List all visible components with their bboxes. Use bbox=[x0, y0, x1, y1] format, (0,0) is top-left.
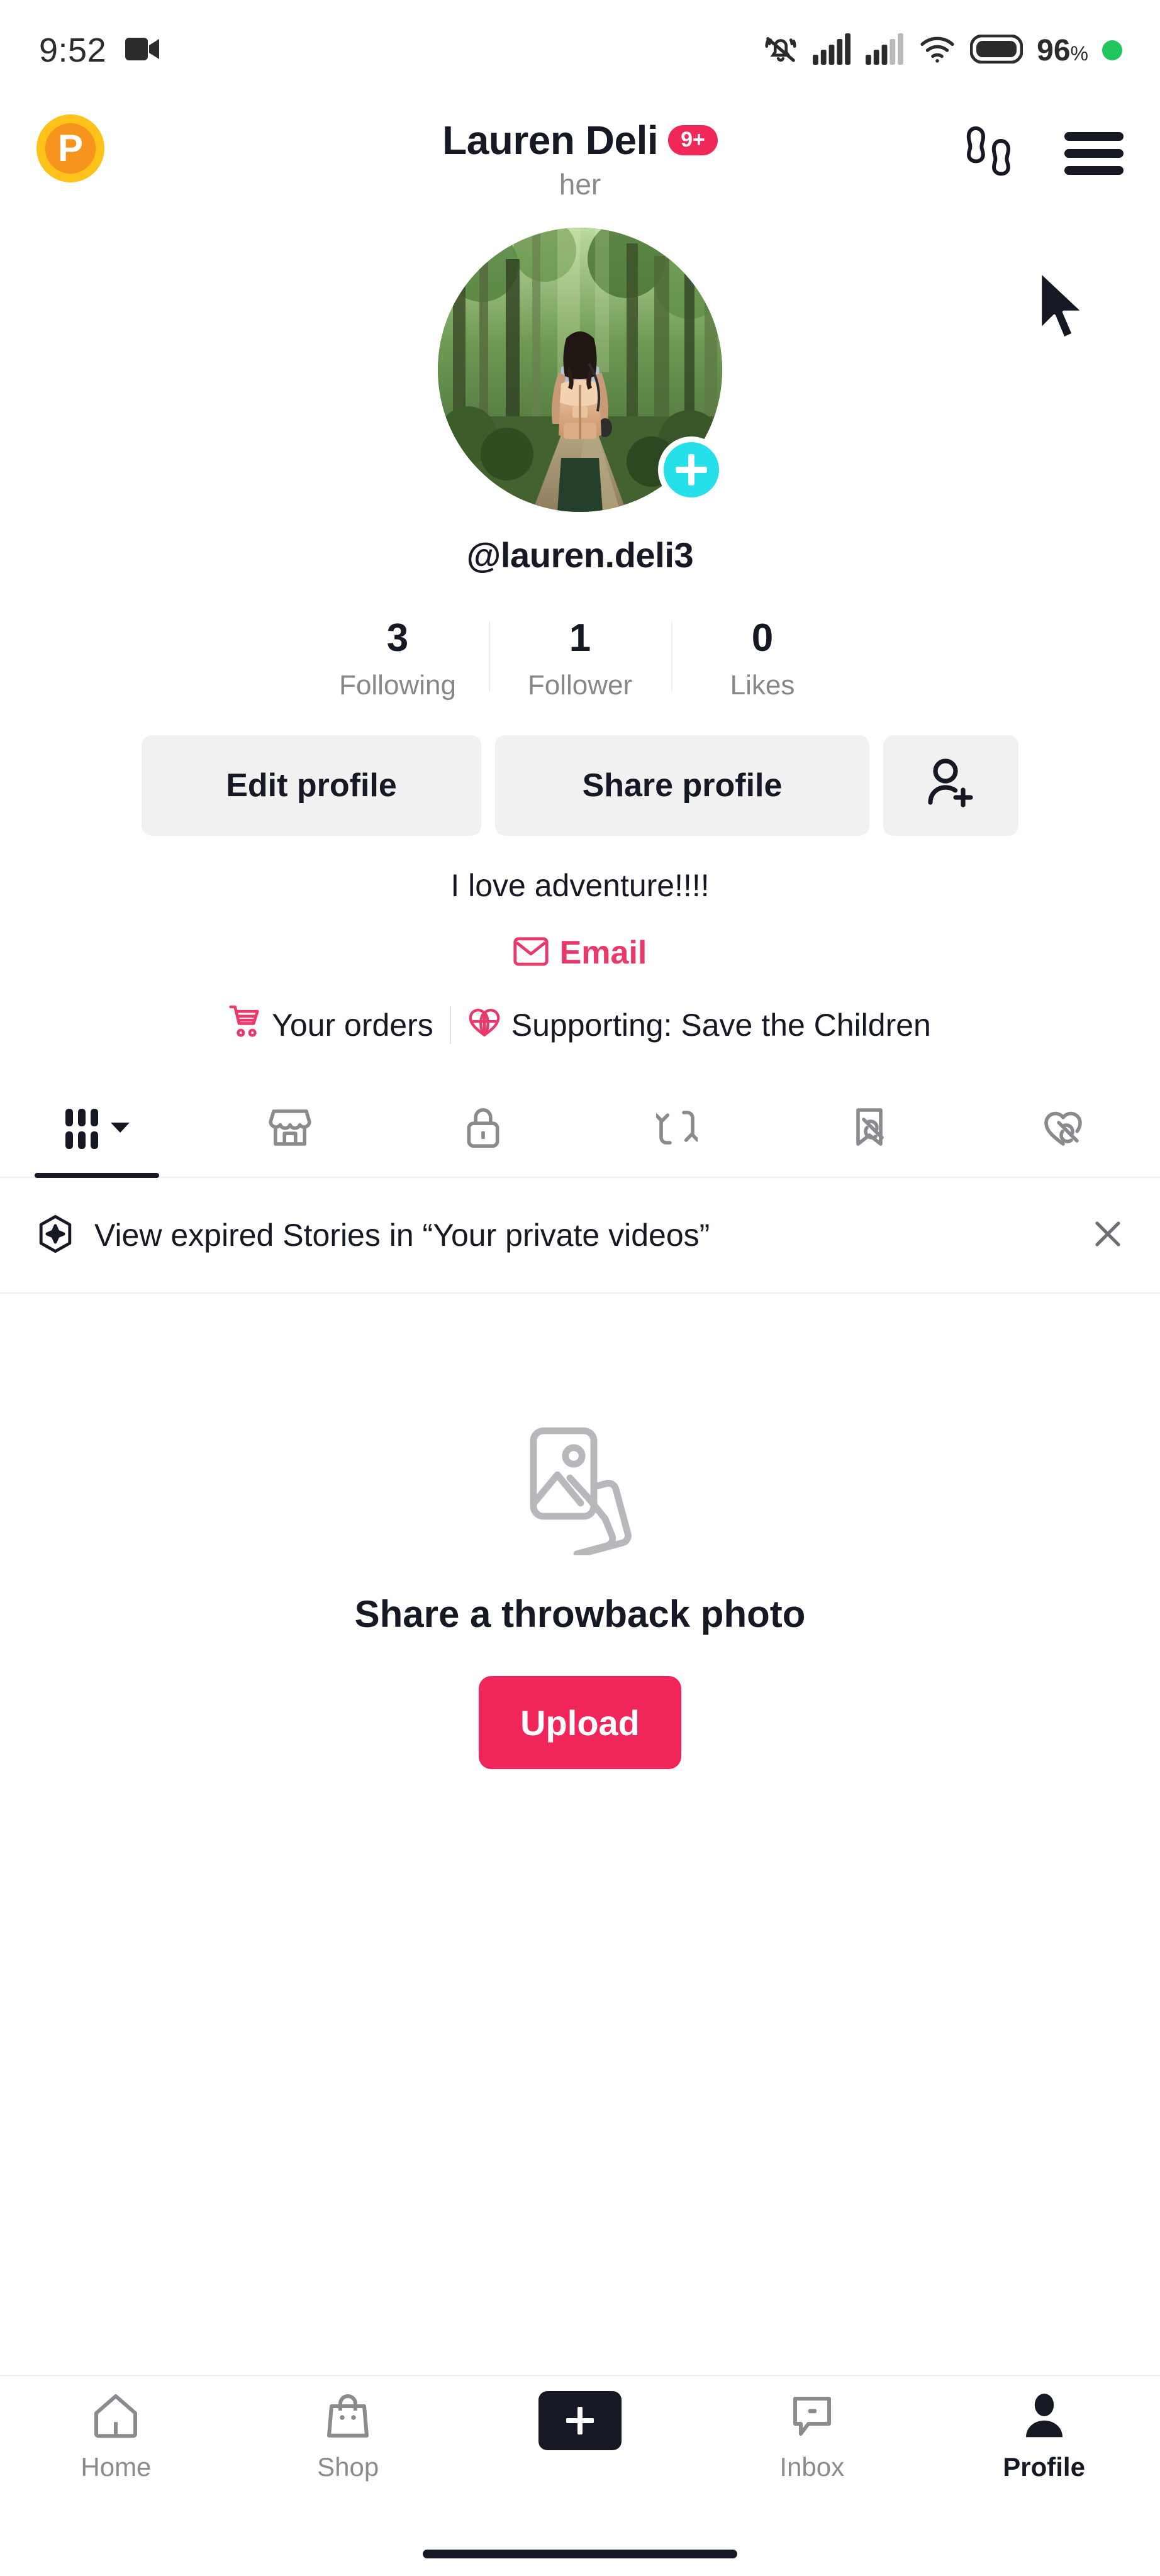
nav-label: Shop bbox=[317, 2452, 379, 2482]
tab-shop[interactable] bbox=[193, 1081, 386, 1177]
nav-create[interactable] bbox=[464, 2391, 696, 2459]
signal-2-icon bbox=[866, 33, 905, 68]
nav-inbox[interactable]: Inbox bbox=[696, 2391, 928, 2482]
link-divider bbox=[449, 1006, 451, 1045]
hamburger-menu-icon[interactable] bbox=[1064, 130, 1124, 177]
profile-actions: Edit profile Share profile bbox=[0, 735, 1160, 836]
nav-shop[interactable]: Shop bbox=[232, 2391, 464, 2482]
tab-private[interactable] bbox=[387, 1081, 580, 1177]
page-title: Lauren Deli bbox=[442, 118, 659, 163]
battery-icon bbox=[969, 34, 1023, 67]
avatar-container[interactable] bbox=[438, 228, 725, 512]
upload-button[interactable]: Upload bbox=[479, 1676, 681, 1770]
your-orders-label: Your orders bbox=[272, 1008, 433, 1043]
profile-link-row: Your orders Supporting: Save the Childre… bbox=[0, 1004, 1160, 1046]
sparkle-circle-icon bbox=[35, 1214, 75, 1257]
notification-count-badge[interactable]: 9+ bbox=[668, 125, 718, 155]
bio-text: I love adventure!!!! bbox=[450, 868, 710, 904]
edit-profile-button[interactable]: Edit profile bbox=[142, 735, 481, 836]
heart-hidden-icon bbox=[1041, 1105, 1085, 1153]
shopping-bag-icon bbox=[323, 2391, 372, 2443]
stat-count: 1 bbox=[569, 616, 591, 660]
nav-label: Inbox bbox=[779, 2452, 845, 2482]
banner-text: View expired Stories in “Your private vi… bbox=[94, 1218, 710, 1253]
email-label: Email bbox=[559, 935, 647, 972]
gesture-handle[interactable] bbox=[423, 2550, 737, 2558]
battery-percent: 96% bbox=[1037, 33, 1088, 67]
message-bubble-icon bbox=[788, 2391, 837, 2443]
lock-icon bbox=[464, 1105, 503, 1153]
footprints-icon[interactable] bbox=[965, 123, 1023, 184]
empty-state: Share a throwback photo Upload bbox=[0, 1294, 1160, 2375]
chevron-down-icon[interactable] bbox=[109, 1121, 131, 1138]
title-row: Lauren Deli 9+ bbox=[442, 117, 718, 164]
nav-label: Home bbox=[81, 2452, 152, 2482]
expired-stories-banner[interactable]: View expired Stories in “Your private vi… bbox=[0, 1178, 1160, 1294]
create-cyan-edge bbox=[530, 2391, 554, 2450]
bell-muted-icon bbox=[762, 31, 799, 70]
stat-likes[interactable]: 0 Likes bbox=[671, 616, 854, 701]
bookmark-hidden-icon bbox=[849, 1105, 891, 1153]
signal-1-icon bbox=[813, 33, 852, 68]
tab-liked[interactable] bbox=[967, 1081, 1160, 1177]
tab-videos-grid[interactable] bbox=[0, 1081, 193, 1177]
points-badge-icon[interactable]: P bbox=[36, 114, 104, 182]
share-profile-button[interactable]: Share profile bbox=[495, 735, 869, 836]
envelope-icon bbox=[513, 937, 549, 969]
nav-label: Profile bbox=[1003, 2452, 1085, 2482]
profile-stats: 3 Following 1 Follower 0 Likes bbox=[0, 616, 1160, 701]
heart-globe-icon bbox=[467, 1004, 501, 1046]
stat-label: Likes bbox=[730, 670, 795, 701]
stat-following[interactable]: 3 Following bbox=[306, 616, 489, 701]
nav-home[interactable]: Home bbox=[0, 2391, 232, 2482]
photo-stack-icon bbox=[518, 1423, 642, 1558]
pronoun-label: her bbox=[559, 168, 601, 201]
create-pink-edge bbox=[606, 2391, 629, 2450]
stat-followers[interactable]: 1 Follower bbox=[489, 616, 671, 701]
supporting-charity-link[interactable]: Supporting: Save the Children bbox=[467, 1004, 931, 1046]
stat-count: 0 bbox=[751, 616, 774, 660]
username-label[interactable]: @lauren.deli3 bbox=[0, 535, 1160, 575]
recording-indicator-dot bbox=[1102, 40, 1122, 60]
wifi-icon bbox=[918, 34, 956, 67]
add-friends-button[interactable] bbox=[883, 735, 1018, 836]
header-actions bbox=[965, 114, 1124, 184]
status-bar-right: 96% bbox=[762, 31, 1122, 70]
profile-header: P Lauren Deli 9+ her bbox=[0, 101, 1160, 340]
storefront-icon bbox=[267, 1105, 313, 1153]
tab-favorites[interactable] bbox=[773, 1081, 966, 1177]
create-plus-icon[interactable] bbox=[530, 2391, 629, 2450]
stat-label: Following bbox=[339, 670, 456, 701]
status-bar-left: 9:52 bbox=[39, 31, 160, 70]
nav-profile[interactable]: Profile bbox=[928, 2391, 1160, 2482]
person-add-icon bbox=[924, 755, 978, 817]
email-link[interactable]: Email bbox=[0, 934, 1160, 972]
bottom-navigation: Home Shop Inbox Profile bbox=[0, 2375, 1160, 2532]
supporting-label: Supporting: Save the Children bbox=[511, 1008, 931, 1043]
video-camera-icon bbox=[125, 36, 160, 65]
stat-label: Follower bbox=[527, 670, 633, 701]
shopping-cart-icon bbox=[229, 1004, 262, 1046]
gesture-bar bbox=[0, 2532, 1160, 2576]
person-filled-icon bbox=[1020, 2391, 1069, 2443]
status-bar: 9:52 96% bbox=[0, 0, 1160, 101]
home-icon bbox=[91, 2391, 140, 2443]
profile-tabs bbox=[0, 1081, 1160, 1179]
empty-state-title: Share a throwback photo bbox=[354, 1593, 806, 1636]
close-icon[interactable] bbox=[1091, 1217, 1125, 1254]
tiktok-profile-screen: 9:52 96% P Lauren Deli 9+ her @lauren.de… bbox=[0, 0, 1160, 2576]
stat-count: 3 bbox=[386, 616, 409, 660]
your-orders-link[interactable]: Your orders bbox=[229, 1004, 433, 1046]
add-story-plus-icon[interactable] bbox=[658, 436, 725, 503]
mouse-cursor-icon bbox=[1038, 269, 1092, 348]
grid-icon bbox=[63, 1105, 102, 1153]
repost-arrows-icon bbox=[654, 1105, 700, 1153]
tab-reposts[interactable] bbox=[580, 1081, 773, 1177]
status-time: 9:52 bbox=[39, 31, 107, 69]
